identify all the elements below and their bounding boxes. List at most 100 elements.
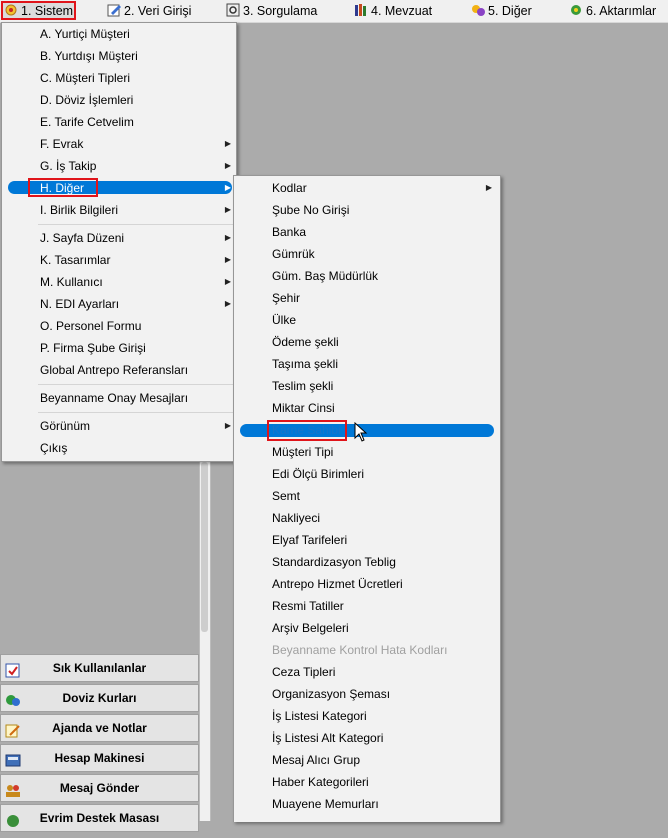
menu-item-cikis[interactable]: Çıkış — [2, 437, 236, 459]
submenu-arrow-icon: ▶ — [224, 161, 231, 170]
submenu-item-edi-olcu-birimleri[interactable]: Edi Ölçü Birimleri — [234, 463, 500, 485]
annotation-box-diger — [28, 178, 98, 197]
menu-item-gorunum[interactable]: Görünüm ▶ — [2, 415, 236, 437]
nav-label: Mesaj Gönder — [59, 781, 140, 795]
nav-label: Hesap Makinesi — [54, 751, 145, 765]
menu-item-sayfa-duzeni[interactable]: J. Sayfa Düzeni ▶ — [2, 227, 236, 249]
menu-item-label: M. Kullanıcı — [40, 275, 103, 289]
submenu-item-organizasyon-semasi[interactable]: Organizasyon Şeması — [234, 683, 500, 705]
scrollbar-thumb[interactable] — [201, 462, 208, 632]
menu-item-label: F. Evrak — [40, 137, 84, 151]
menu-sistem-label: 1. Sistem — [21, 4, 74, 18]
menu-item-label: I. Birlik Bilgileri — [40, 203, 119, 217]
submenu-item-is-listesi-alt-kategori[interactable]: İş Listesi Alt Kategori — [234, 727, 500, 749]
menu-sistem[interactable]: 1. Sistem — [1, 1, 76, 20]
menu-item-label: Görünüm — [40, 419, 91, 433]
submenu-item-elyaf-tarifeleri[interactable]: Elyaf Tarifeleri — [234, 529, 500, 551]
edit-icon — [107, 3, 122, 17]
submenu-item-is-listesi-kategori[interactable]: İş Listesi Kategori — [234, 705, 500, 727]
menu-item-label: Kodlar — [272, 181, 307, 195]
menu-item-firma-sube-girisi[interactable]: P. Firma Şube Girişi — [2, 337, 236, 359]
submenu-arrow-icon: ▶ — [224, 255, 231, 264]
notes-icon — [5, 721, 21, 738]
mouse-cursor-icon — [354, 422, 368, 442]
submenu-item-banka[interactable]: Banka — [234, 221, 500, 243]
menu-diger[interactable]: 5. Diğer — [471, 2, 532, 20]
favorites-icon — [5, 661, 21, 678]
menu-item-label: K. Tasarımlar — [40, 253, 111, 267]
submenu-item-antrepo-hizmet-ucretleri[interactable]: Antrepo Hizmet Ücretleri — [234, 573, 500, 595]
sistem-icon — [4, 3, 19, 17]
submenu-arrow-icon: ▶ — [224, 183, 231, 192]
submenu-item-sube-no-girisi[interactable]: Şube No Girişi — [234, 199, 500, 221]
submenu-item-haber-kategorileri[interactable]: Haber Kategorileri — [234, 771, 500, 793]
submenu-item-standardizasyon-teblig[interactable]: Standardizasyon Teblig — [234, 551, 500, 573]
submenu-item-mesaj-alici-grup[interactable]: Mesaj Alıcı Grup — [234, 749, 500, 771]
menu-sorgulama[interactable]: 3. Sorgulama — [226, 2, 317, 20]
annotation-box-karne-sahibi — [267, 420, 347, 441]
menu-item-kullanici[interactable]: M. Kullanıcı ▶ — [2, 271, 236, 293]
submenu-item-ulke[interactable]: Ülke — [234, 309, 500, 331]
nav-ajanda-ve-notlar[interactable]: Ajanda ve Notlar — [0, 714, 199, 742]
submenu-item-beyanname-kontrol-hata-kodlari: Beyanname Kontrol Hata Kodları — [272, 643, 448, 657]
submenu-item-muayene-memurlari[interactable]: Muayene Memurları — [234, 793, 500, 815]
menu-separator — [38, 384, 234, 385]
submenu-arrow-icon: ▶ — [485, 183, 492, 192]
menu-item-yurtdisi-musteri[interactable]: B. Yurtdışı Müşteri — [2, 45, 236, 67]
submenu-arrow-icon: ▶ — [224, 421, 231, 430]
menu-item-tarife-cetvelim[interactable]: E. Tarife Cetvelim — [2, 111, 236, 133]
menu-item-label: G. İş Takip — [40, 159, 97, 173]
menu-item-birlik-bilgileri[interactable]: I. Birlik Bilgileri ▶ — [2, 199, 236, 221]
menu-item-beyanname-onay[interactable]: Beyanname Onay Mesajları — [2, 387, 236, 409]
nav-evrim-destek-masasi[interactable]: Evrim Destek Masası — [0, 804, 199, 832]
submenu-item-gum-bas-mudurluk[interactable]: Güm. Baş Müdürlük — [234, 265, 500, 287]
menu-item-edi-ayarlari[interactable]: N. EDI Ayarları ▶ — [2, 293, 236, 315]
menu-item-evrak[interactable]: F. Evrak ▶ — [2, 133, 236, 155]
submenu-item-resmi-tatiller[interactable]: Resmi Tatiller — [234, 595, 500, 617]
submenu-item-miktar-cinsi[interactable]: Miktar Cinsi — [234, 397, 500, 419]
nav-sik-kullanilanlar[interactable]: Sık Kullanılanlar — [0, 654, 199, 682]
other-icon — [471, 3, 486, 17]
diger-submenu: Kodlar ▶ Şube No Girişi Banka Gümrük Güm.… — [233, 175, 501, 822]
submenu-item-teslim-sekli[interactable]: Teslim şekli — [234, 375, 500, 397]
nav-label: Evrim Destek Masası — [39, 811, 160, 825]
menu-diger-label: 5. Diğer — [488, 4, 532, 18]
menu-veri-girisi-label: 2. Veri Girişi — [124, 4, 192, 18]
nav-doviz-kurlari[interactable]: Doviz Kurları — [0, 684, 199, 712]
menu-item-doviz-islemleri[interactable]: D. Döviz İşlemleri — [2, 89, 236, 111]
submenu-item-sehir[interactable]: Şehir — [234, 287, 500, 309]
submenu-arrow-icon: ▶ — [224, 277, 231, 286]
submenu-item-semt[interactable]: Semt — [234, 485, 500, 507]
menu-mevzuat[interactable]: 4. Mevzuat — [354, 2, 432, 20]
submenu-item-musteri-tipi[interactable]: Müşteri Tipi — [234, 441, 500, 463]
menu-item-personel-formu[interactable]: O. Personel Formu — [2, 315, 236, 337]
menu-item-tasarimlar[interactable]: K. Tasarımlar ▶ — [2, 249, 236, 271]
nav-mesaj-gonder[interactable]: Mesaj Gönder — [0, 774, 199, 802]
menu-item-yurtici-musteri[interactable]: A. Yurtiçi Müşteri — [2, 23, 236, 45]
submenu-item-arsiv-belgeleri[interactable]: Arşiv Belgeleri — [234, 617, 500, 639]
submenu-item-tasima-sekli[interactable]: Taşıma şekli — [234, 353, 500, 375]
submenu-item-kodlar[interactable]: Kodlar ▶ — [234, 177, 500, 199]
submenu-item-ceza-tipleri[interactable]: Ceza Tipleri — [234, 661, 500, 683]
menu-item-is-takip[interactable]: G. İş Takip ▶ — [2, 155, 236, 177]
sistem-menu: A. Yurtiçi Müşteri B. Yurtdışı Müşteri C… — [1, 22, 237, 462]
submenu-arrow-icon: ▶ — [224, 299, 231, 308]
submenu-item-odeme-sekli[interactable]: Ödeme şekli — [234, 331, 500, 353]
menu-item-global-antrepo[interactable]: Global Antrepo Referansları — [2, 359, 236, 381]
submenu-item-nakliyeci[interactable]: Nakliyeci — [234, 507, 500, 529]
users-message-icon — [5, 781, 21, 797]
menu-item-label: N. EDI Ayarları — [40, 297, 120, 311]
menu-bar: 1. Sistem 2. Veri Girişi 3. Sorgulama 4.… — [0, 0, 668, 23]
submenu-item-gumruk[interactable]: Gümrük — [234, 243, 500, 265]
menu-aktarimlar-label: 6. Aktarımlar — [586, 4, 657, 18]
menu-veri-girisi[interactable]: 2. Veri Girişi — [107, 2, 191, 20]
menu-item-musteri-tipleri[interactable]: C. Müşteri Tipleri — [2, 67, 236, 89]
nav-label: Sık Kullanılanlar — [52, 661, 147, 675]
menu-aktarimlar[interactable]: 6. Aktarımlar — [569, 2, 656, 20]
nav-label: Ajanda ve Notlar — [52, 721, 147, 735]
currency-icon — [5, 691, 21, 706]
transfer-icon — [569, 3, 584, 17]
nav-label: Doviz Kurları — [62, 691, 137, 705]
nav-hesap-makinesi[interactable]: Hesap Makinesi — [0, 744, 199, 772]
menu-separator — [38, 412, 234, 413]
